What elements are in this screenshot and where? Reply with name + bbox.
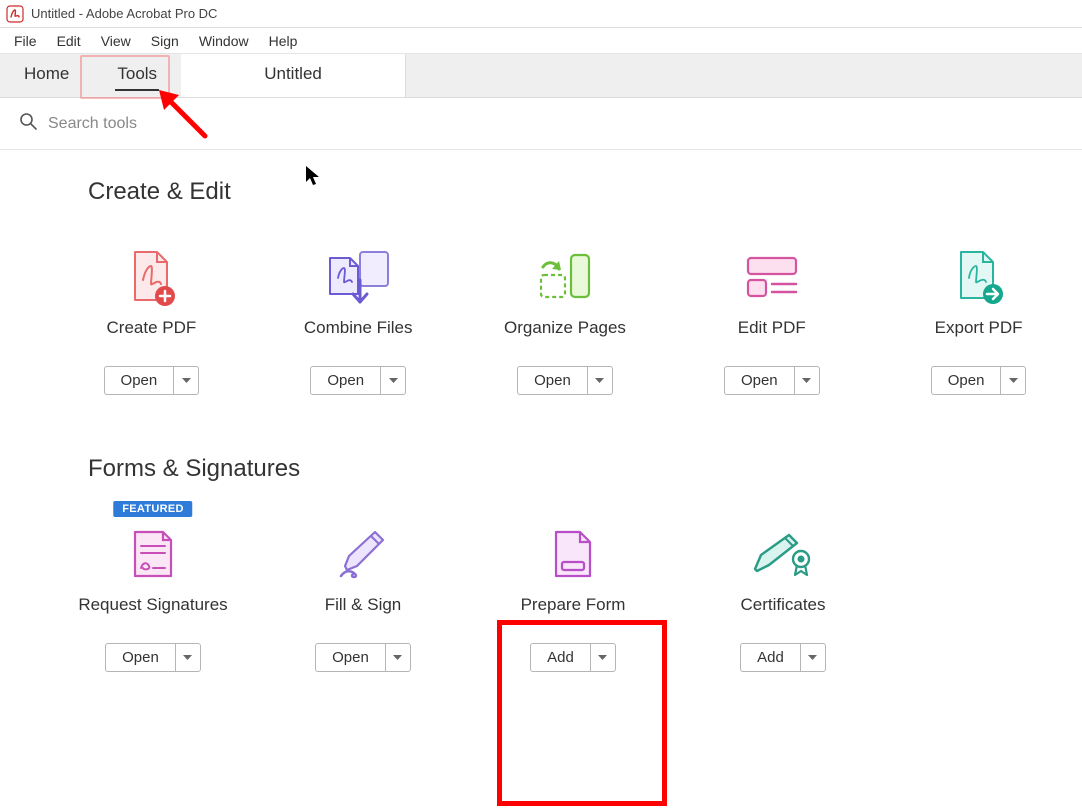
- tool-organize-pages[interactable]: Organize Pages Open: [462, 246, 669, 395]
- tab-home[interactable]: Home: [0, 54, 93, 97]
- tab-tools[interactable]: Tools: [93, 54, 181, 97]
- open-dropdown[interactable]: [587, 366, 613, 395]
- menu-bar: File Edit View Sign Window Help: [0, 28, 1082, 54]
- action-group: Open: [724, 366, 820, 395]
- create-pdf-icon: [115, 246, 187, 308]
- tool-label: Prepare Form: [521, 595, 626, 615]
- fill-sign-icon: [327, 523, 399, 585]
- prepare-form-icon: [537, 523, 609, 585]
- tool-export-pdf[interactable]: Export PDF Open: [875, 246, 1082, 395]
- caret-down-icon: [595, 378, 604, 384]
- open-button[interactable]: Open: [104, 366, 174, 395]
- tool-label: Certificates: [740, 595, 825, 615]
- open-button[interactable]: Open: [315, 643, 385, 672]
- caret-down-icon: [393, 655, 402, 661]
- add-button[interactable]: Add: [740, 643, 800, 672]
- search-bar: [0, 98, 1082, 150]
- open-button[interactable]: Open: [517, 366, 587, 395]
- tab-document[interactable]: Untitled: [181, 54, 406, 97]
- tool-combine-files[interactable]: Combine Files Open: [255, 246, 462, 395]
- tool-label: Organize Pages: [504, 318, 626, 338]
- caret-down-icon: [1009, 378, 1018, 384]
- caret-down-icon: [808, 655, 817, 661]
- tool-certificates[interactable]: Certificates Add: [678, 523, 888, 672]
- tab-bar: Home Tools Untitled: [0, 54, 1082, 98]
- acrobat-icon: [6, 5, 24, 23]
- tool-label: Combine Files: [304, 318, 413, 338]
- combine-files-icon: [322, 246, 394, 308]
- add-dropdown[interactable]: [590, 643, 616, 672]
- section-title-create-edit: Create & Edit: [88, 178, 1082, 206]
- menu-view[interactable]: View: [91, 30, 141, 52]
- action-group: Open: [105, 643, 201, 672]
- open-dropdown[interactable]: [794, 366, 820, 395]
- tool-label: Export PDF: [935, 318, 1023, 338]
- featured-badge: FEATURED: [113, 501, 192, 517]
- export-pdf-icon: [943, 246, 1015, 308]
- tools-row-create-edit: Create PDF Open Combine Files: [0, 246, 1082, 395]
- tool-label: Edit PDF: [738, 318, 806, 338]
- add-dropdown[interactable]: [800, 643, 826, 672]
- open-button[interactable]: Open: [105, 643, 175, 672]
- open-dropdown[interactable]: [385, 643, 411, 672]
- tool-request-signatures[interactable]: FEATURED Request Signatures Open: [48, 523, 258, 672]
- certificates-icon: [747, 523, 819, 585]
- title-bar: Untitled - Adobe Acrobat Pro DC: [0, 0, 1082, 28]
- menu-edit[interactable]: Edit: [47, 30, 91, 52]
- tool-label: Create PDF: [107, 318, 197, 338]
- open-dropdown[interactable]: [380, 366, 406, 395]
- caret-down-icon: [598, 655, 607, 661]
- action-group: Open: [931, 366, 1027, 395]
- add-button[interactable]: Add: [530, 643, 590, 672]
- edit-pdf-icon: [736, 246, 808, 308]
- action-group: Add: [740, 643, 826, 672]
- section-title-forms-signatures: Forms & Signatures: [88, 455, 1082, 483]
- tools-row-forms-signatures: FEATURED Request Signatures Open: [0, 523, 1082, 672]
- action-group: Add: [530, 643, 616, 672]
- caret-down-icon: [389, 378, 398, 384]
- open-dropdown[interactable]: [175, 643, 201, 672]
- tool-edit-pdf[interactable]: Edit PDF Open: [668, 246, 875, 395]
- search-icon: [18, 111, 38, 136]
- tool-fill-sign[interactable]: Fill & Sign Open: [258, 523, 468, 672]
- tools-content: Create & Edit Create PDF Open: [0, 150, 1082, 672]
- tool-label: Request Signatures: [78, 595, 227, 615]
- action-group: Open: [310, 366, 406, 395]
- open-button[interactable]: Open: [724, 366, 794, 395]
- caret-down-icon: [802, 378, 811, 384]
- tool-label: Fill & Sign: [325, 595, 402, 615]
- open-button[interactable]: Open: [931, 366, 1001, 395]
- menu-file[interactable]: File: [4, 30, 47, 52]
- action-group: Open: [104, 366, 200, 395]
- caret-down-icon: [183, 655, 192, 661]
- window-title: Untitled - Adobe Acrobat Pro DC: [31, 6, 217, 21]
- open-button[interactable]: Open: [310, 366, 380, 395]
- open-dropdown[interactable]: [173, 366, 199, 395]
- request-signatures-icon: [117, 523, 189, 585]
- caret-down-icon: [182, 378, 191, 384]
- menu-help[interactable]: Help: [259, 30, 308, 52]
- menu-sign[interactable]: Sign: [141, 30, 189, 52]
- tool-prepare-form[interactable]: Prepare Form Add: [468, 523, 678, 672]
- action-group: Open: [315, 643, 411, 672]
- organize-pages-icon: [529, 246, 601, 308]
- action-group: Open: [517, 366, 613, 395]
- tool-create-pdf[interactable]: Create PDF Open: [48, 246, 255, 395]
- menu-window[interactable]: Window: [189, 30, 259, 52]
- open-dropdown[interactable]: [1000, 366, 1026, 395]
- search-input[interactable]: [48, 115, 648, 133]
